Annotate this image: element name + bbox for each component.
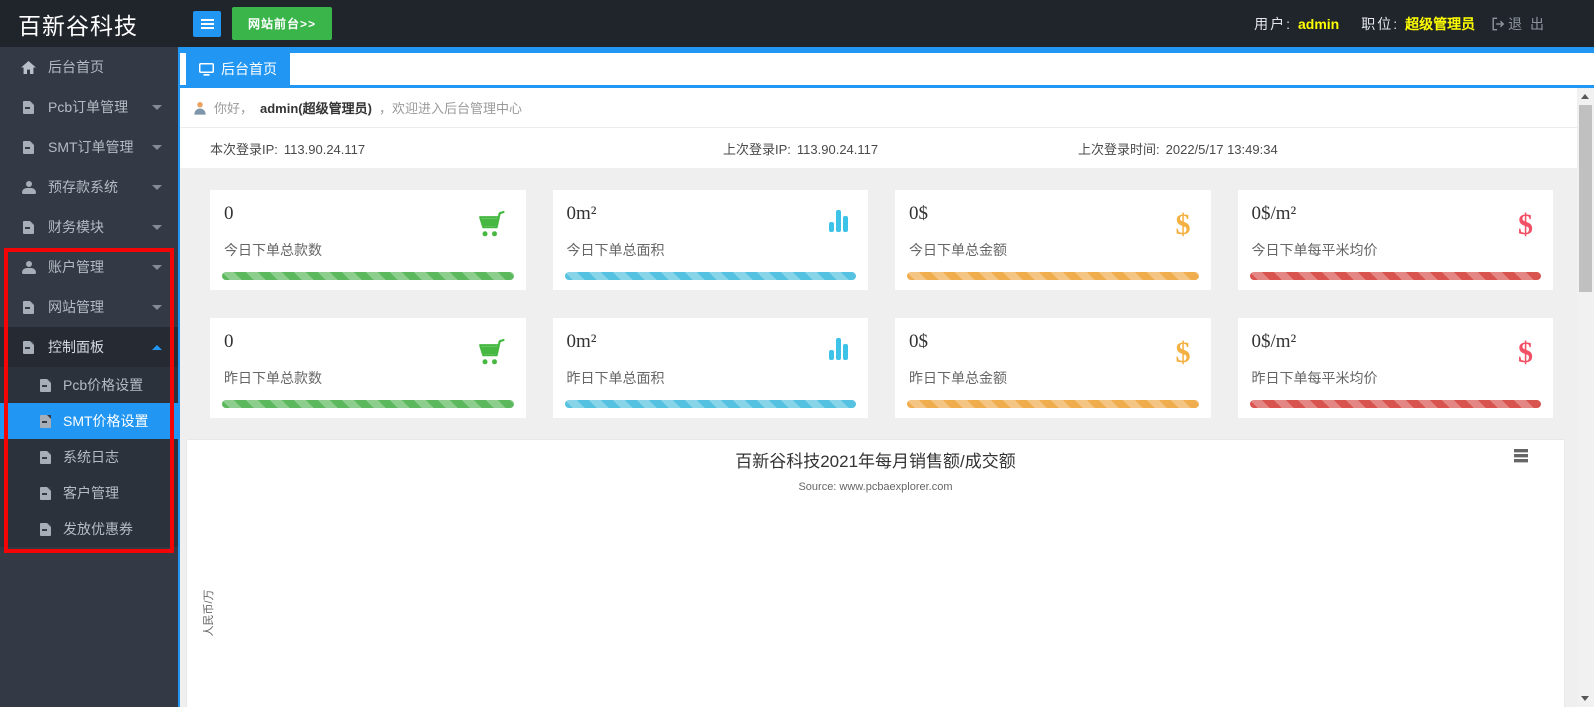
submenu-item-issue-coupons[interactable]: 发放优惠券: [0, 511, 178, 547]
stat-cards-grid: 0 今日下单总款数 0m² 今日下单总面积 0$ 今日下单总金额 $ 0$/m²…: [180, 168, 1577, 418]
progress-bar: [564, 272, 856, 280]
sidebar-item-website-management[interactable]: 网站管理: [0, 287, 178, 327]
file-icon: [20, 300, 37, 314]
dollar-icon: $: [1175, 208, 1191, 241]
stat-card-yesterday-avg-price: 0$/m² 昨日下单每平米均价 $: [1237, 318, 1553, 418]
greeting-prefix: 你好，: [214, 101, 254, 116]
main-area: 后台首页 你好， admin(超级管理员) ，欢迎进入后台管理中心 本次登录IP…: [178, 47, 1594, 707]
sidebar-toggle-button[interactable]: [193, 10, 221, 37]
role-value: 超级管理员: [1405, 15, 1476, 32]
file-icon: [38, 450, 53, 464]
welcome-panel: 你好， admin(超级管理员) ，欢迎进入后台管理中心 本次登录IP: 113.…: [180, 88, 1577, 168]
frontend-site-button[interactable]: 网站前台>>: [232, 7, 333, 40]
dollar-icon: $: [1175, 336, 1191, 369]
chart-title: 百新谷科技2021年每月销售额/成交额: [735, 452, 1016, 471]
chevron-down-icon: [152, 304, 162, 310]
top-navbar: 百新谷科技 网站前台>> 用户: admin 职位: 超级管理员 退 出: [0, 0, 1594, 47]
logout-button[interactable]: 退 出: [1491, 14, 1546, 34]
bar-chart-icon: [829, 338, 848, 360]
file-icon: [20, 140, 37, 154]
dollar-icon: $: [1518, 208, 1533, 241]
file-icon: [20, 100, 37, 114]
progress-bar: [222, 400, 514, 408]
scroll-down-arrow-icon[interactable]: [1581, 696, 1589, 701]
stat-card-yesterday-amount: 0$ 昨日下单总金额 $: [895, 318, 1211, 418]
file-icon: [38, 522, 53, 536]
scrollbar-thumb[interactable]: [1579, 105, 1592, 292]
progress-bar: [564, 400, 856, 408]
chevron-down-icon: [152, 144, 162, 150]
chart-export-menu-icon[interactable]: [1514, 449, 1528, 464]
progress-bar: [222, 272, 514, 280]
cart-icon: [474, 210, 506, 243]
file-icon: [38, 378, 53, 392]
current-login-ip: 本次登录IP: 113.90.24.117: [210, 141, 366, 157]
file-icon: [20, 220, 37, 234]
logout-label: 退 出: [1508, 15, 1546, 32]
chart-subtitle: Source: www.pcbaexplorer.com: [798, 481, 953, 493]
sidebar: 后台首页 Pcb订单管理 SMT订单管理 预存款系统 财务模块 账户管理 网站管…: [0, 47, 178, 707]
greeting-suffix: ，欢迎进入后台管理中心: [378, 101, 522, 116]
progress-bar: [907, 272, 1199, 280]
cart-icon: [474, 338, 506, 371]
last-login-time: 上次登录时间: 2022/5/17 13:49:34: [1078, 141, 1278, 157]
user-label: 用户:: [1254, 15, 1292, 32]
sidebar-item-control-panel[interactable]: 控制面板: [0, 327, 178, 367]
home-icon: [20, 60, 37, 74]
file-icon: [20, 340, 37, 354]
last-login-ip: 上次登录IP: 113.90.24.117: [723, 141, 879, 157]
sidebar-item-finance-module[interactable]: 财务模块: [0, 207, 178, 247]
bar-chart-icon: [829, 210, 848, 232]
submenu-item-smt-price-settings[interactable]: SMT价格设置: [0, 403, 178, 439]
greeting-user: admin(超级管理员): [260, 101, 372, 116]
username: admin: [1297, 15, 1340, 32]
content-scroll-area: 你好， admin(超级管理员) ，欢迎进入后台管理中心 本次登录IP: 113.…: [180, 88, 1577, 707]
submenu-item-pcb-price-settings[interactable]: Pcb价格设置: [0, 367, 178, 403]
user-icon: [20, 260, 37, 274]
chevron-down-icon: [152, 264, 162, 270]
sidebar-item-home[interactable]: 后台首页: [0, 47, 178, 87]
progress-bar: [1249, 272, 1541, 280]
hamburger-icon: [200, 22, 214, 25]
file-icon: [38, 486, 53, 500]
navbar-user-area: 用户: admin 职位: 超级管理员 退 出: [1254, 14, 1594, 34]
person-icon: [194, 101, 206, 115]
stat-card-yesterday-orders: 0 昨日下单总款数: [210, 318, 526, 418]
sales-chart-panel: 百新谷科技2021年每月销售额/成交额 Source: www.pcbaexpl…: [186, 439, 1565, 707]
sidebar-item-deposit-system[interactable]: 预存款系统: [0, 167, 178, 207]
chevron-down-icon: [152, 224, 162, 230]
user-icon: [20, 180, 37, 194]
tab-bar: 后台首页: [180, 47, 1594, 88]
sidebar-item-smt-orders[interactable]: SMT订单管理: [0, 127, 178, 167]
vertical-scrollbar[interactable]: [1577, 88, 1594, 707]
chevron-down-icon: [152, 184, 162, 190]
chart-y-axis-label: 人民币/万: [203, 589, 215, 637]
login-info-row: 本次登录IP: 113.90.24.117 上次登录IP: 113.90.24.11…: [180, 128, 1577, 168]
tab-backend-home[interactable]: 后台首页: [186, 53, 290, 85]
sidebar-item-account-management[interactable]: 账户管理: [0, 247, 178, 287]
progress-bar: [1249, 400, 1541, 408]
app-logo: 百新谷科技: [18, 12, 138, 39]
stat-card-yesterday-area: 0m² 昨日下单总面积: [552, 318, 868, 418]
submenu-item-customer-management[interactable]: 客户管理: [0, 475, 178, 511]
stat-card-today-avg-price: 0$/m² 今日下单每平米均价 $: [1237, 190, 1553, 290]
logout-icon: [1492, 17, 1505, 30]
sidebar-item-pcb-orders[interactable]: Pcb订单管理: [0, 87, 178, 127]
submenu-item-system-log[interactable]: 系统日志: [0, 439, 178, 475]
dollar-icon: $: [1518, 336, 1533, 369]
monitor-icon: [199, 62, 214, 76]
stat-card-today-amount: 0$ 今日下单总金额 $: [895, 190, 1211, 290]
chevron-up-icon: [152, 344, 162, 350]
progress-bar: [907, 400, 1199, 408]
role-label: 职位:: [1361, 15, 1400, 32]
stat-card-today-orders: 0 今日下单总款数: [210, 190, 526, 290]
control-panel-submenu: Pcb价格设置 SMT价格设置 系统日志 客户管理 发放优惠券: [0, 367, 178, 547]
chevron-down-icon: [152, 104, 162, 110]
scroll-up-arrow-icon[interactable]: [1581, 94, 1589, 99]
file-icon: [38, 414, 53, 428]
greeting-row: 你好， admin(超级管理员) ，欢迎进入后台管理中心: [180, 88, 1577, 128]
stat-card-today-area: 0m² 今日下单总面积: [552, 190, 868, 290]
